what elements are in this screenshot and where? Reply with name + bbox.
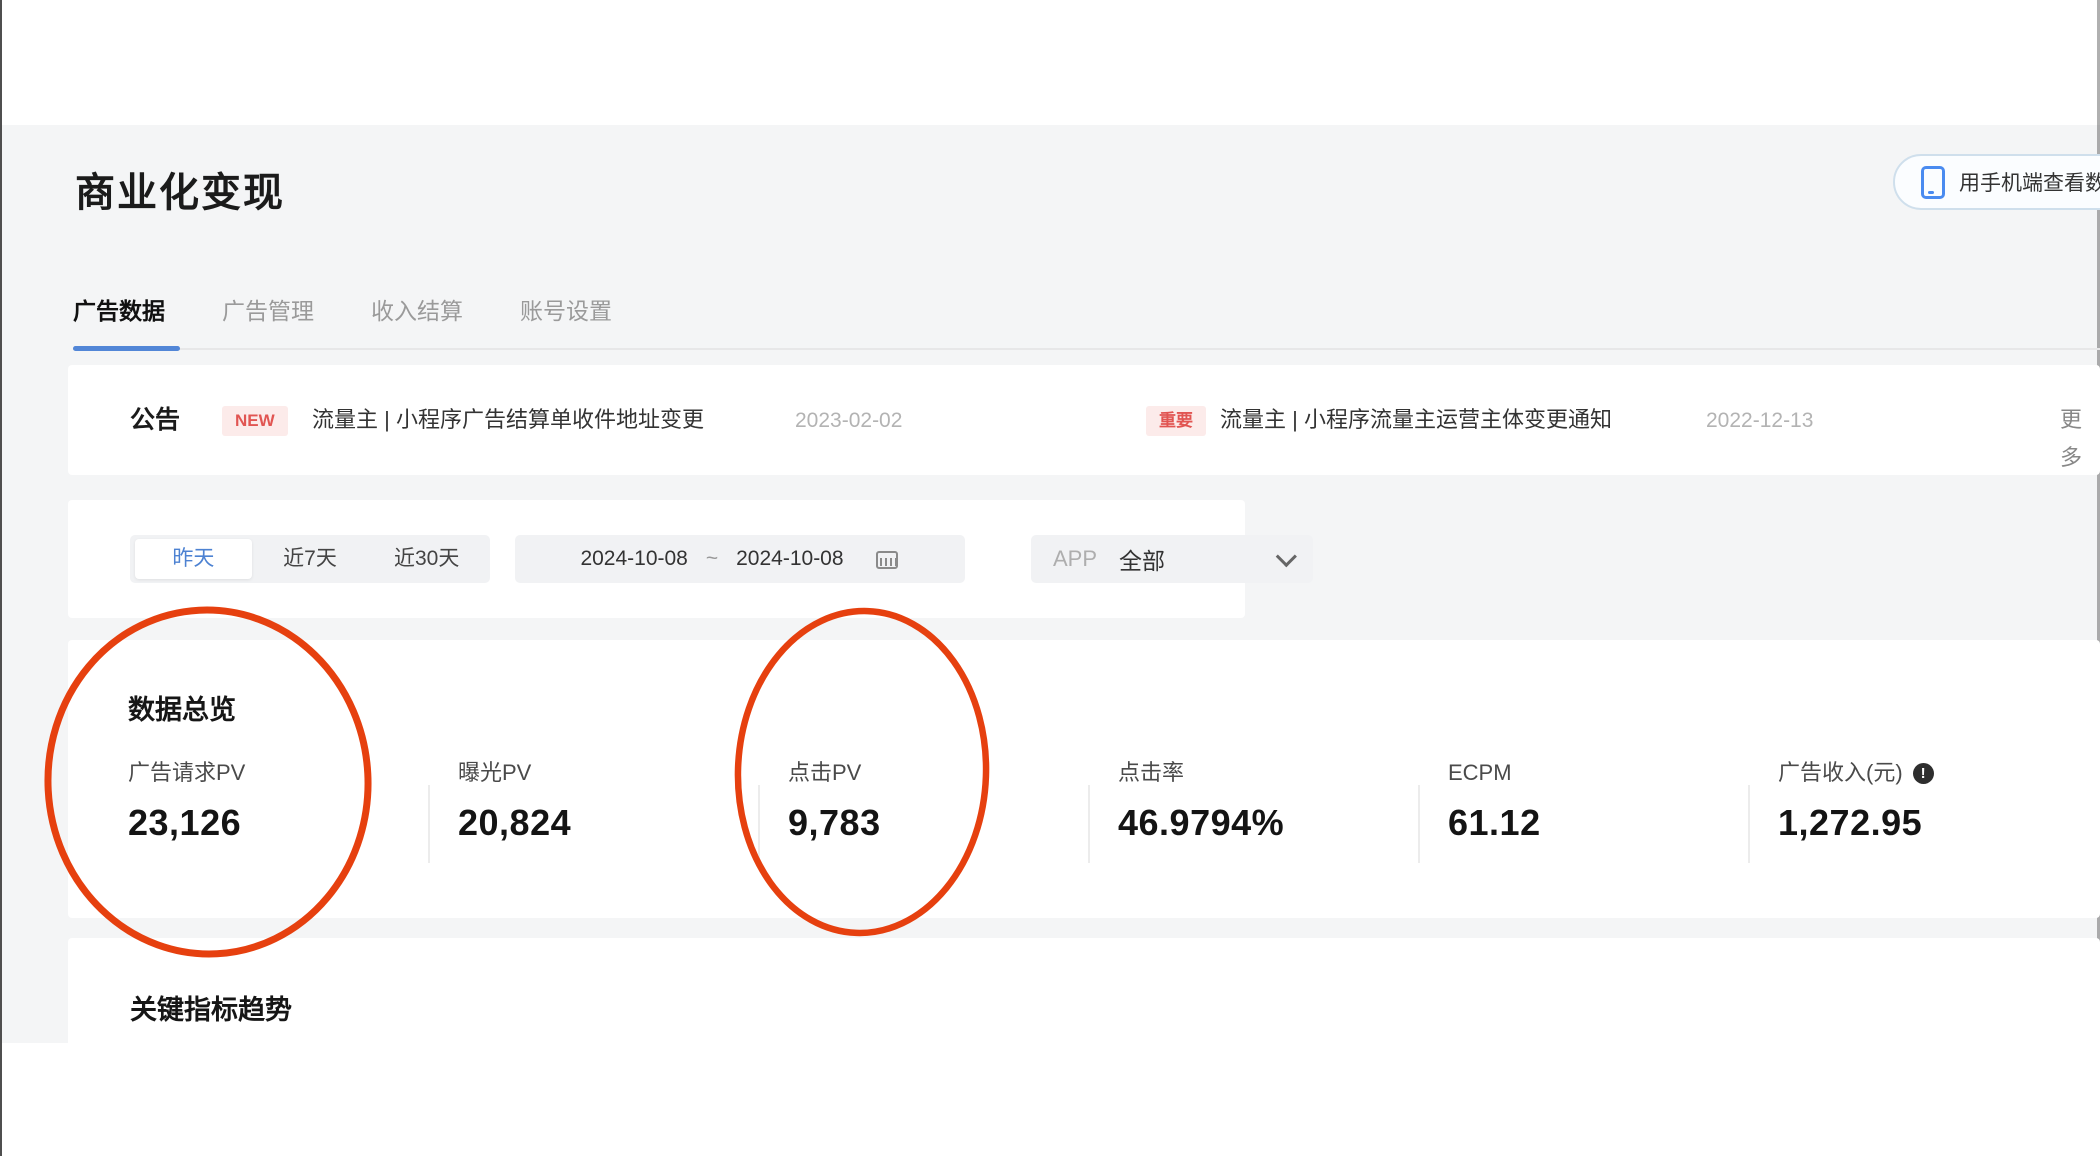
app-filter-select[interactable]: APP 全部: [1031, 535, 1313, 583]
metric-divider: [428, 785, 430, 863]
announcement-link-1[interactable]: 流量主 | 小程序广告结算单收件地址变更: [312, 401, 704, 439]
key-metric-trend-card: 关键指标趋势: [68, 938, 2100, 1156]
date-end-value: 2024-10-08: [736, 547, 844, 570]
ad-monetization-dashboard: 商业化变现 用手机端查看数据 广告数据 广告管理 收入结算 账号设置 公告 NE…: [0, 0, 2100, 1156]
metric-value: 61.12: [1448, 802, 1541, 843]
metric-value: 9,783: [788, 802, 881, 843]
metric-value: 20,824: [458, 802, 572, 843]
app-filter-value: 全部: [1119, 548, 1166, 574]
metric-divider: [1748, 785, 1750, 863]
chevron-down-icon: [1275, 545, 1297, 567]
metric-divider: [758, 785, 760, 863]
tab-account-settings[interactable]: 账号设置: [520, 292, 612, 340]
tab-track-line: [73, 348, 2100, 350]
announcement-date-2: 2022-12-13: [1706, 409, 1814, 432]
date-range-segmented-control: 昨天 近7天 近30天: [130, 535, 490, 583]
calendar-icon: [875, 548, 900, 570]
page-title: 商业化变现: [75, 171, 285, 215]
metric-label: 点击PV: [788, 760, 862, 785]
date-separator: ~: [705, 547, 719, 570]
metric-label: 广告请求PV: [128, 760, 246, 785]
left-edge-line: [0, 0, 2, 1156]
view-on-mobile-label: 用手机端查看数据: [1959, 172, 2100, 195]
metric-click-rate: 点击率 46.9794%: [1118, 758, 1418, 844]
active-tab-underline: [73, 346, 180, 351]
announcement-title: 公告: [130, 406, 181, 434]
info-icon[interactable]: !: [1912, 762, 1934, 784]
metric-ecpm: ECPM 61.12: [1448, 758, 1748, 844]
tab-ad-data[interactable]: 广告数据: [73, 292, 165, 340]
range-30days-button[interactable]: 近30天: [368, 539, 485, 579]
metric-impression-pv: 曝光PV 20,824: [458, 758, 758, 844]
main-tabs: 广告数据 广告管理 收入结算 账号设置: [73, 292, 612, 340]
filter-bar: 昨天 近7天 近30天 2024-10-08 ~ 2024-10-08 APP …: [68, 500, 1313, 618]
metric-ad-request-pv: 广告请求PV 23,126: [128, 758, 428, 844]
range-yesterday-button[interactable]: 昨天: [135, 539, 252, 579]
announcement-bar: 公告 NEW 流量主 | 小程序广告结算单收件地址变更 2023-02-02 重…: [68, 365, 2100, 475]
date-range-picker[interactable]: 2024-10-08 ~ 2024-10-08: [515, 535, 965, 583]
overview-section-title: 数据总览: [128, 695, 236, 725]
metric-divider: [1088, 785, 1090, 863]
badge-important: 重要: [1146, 406, 1206, 436]
metric-label: 点击率: [1118, 760, 1185, 785]
metric-value: 23,126: [128, 802, 242, 843]
metric-label: ECPM: [1448, 760, 1512, 785]
metric-ad-revenue: 广告收入(元) ! 1,272.95: [1778, 758, 2078, 844]
metric-label: 曝光PV: [458, 760, 532, 785]
phone-icon: [1921, 165, 1945, 199]
metric-label: 广告收入(元): [1778, 760, 1903, 785]
app-filter-label: APP: [1053, 546, 1098, 571]
tab-ad-management[interactable]: 广告管理: [222, 292, 314, 340]
range-7days-button[interactable]: 近7天: [252, 539, 369, 579]
badge-new: NEW: [222, 406, 288, 436]
trend-section-title: 关键指标趋势: [130, 995, 292, 1025]
announcement-more-link[interactable]: 更多: [2060, 401, 2100, 477]
metric-click-pv: 点击PV 9,783: [788, 758, 1088, 844]
metric-value: 1,272.95: [1778, 802, 1923, 843]
announcement-date-1: 2023-02-02: [795, 409, 903, 432]
tab-revenue-settlement[interactable]: 收入结算: [371, 292, 463, 340]
data-overview-card: 数据总览 广告请求PV 23,126 曝光PV 20,824 点击PV 9,78…: [68, 640, 2100, 918]
announcement-link-2[interactable]: 流量主 | 小程序流量主运营主体变更通知: [1220, 401, 1612, 439]
metric-divider: [1418, 785, 1420, 863]
metric-value: 46.9794%: [1118, 802, 1285, 843]
date-start-value: 2024-10-08: [580, 547, 688, 570]
view-on-mobile-button[interactable]: 用手机端查看数据: [1893, 154, 2100, 210]
